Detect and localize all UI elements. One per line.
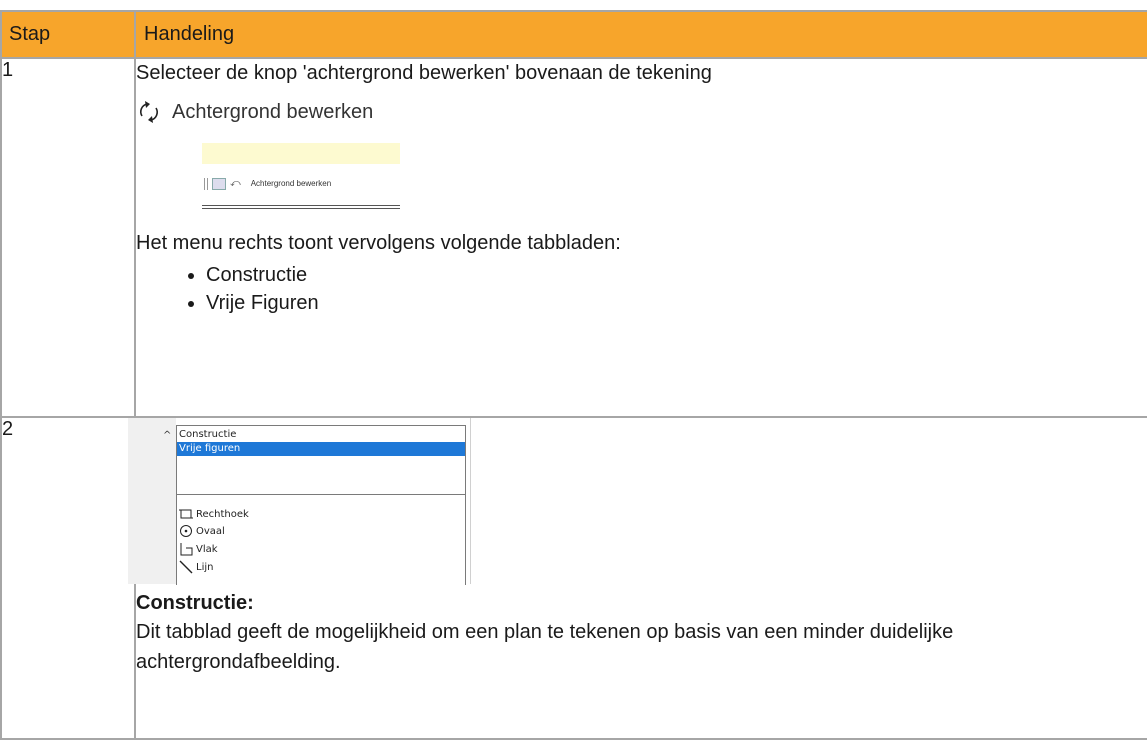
tabs-list: Constructie Vrije Figuren xyxy=(136,261,1147,317)
tool-label: Rechthoek xyxy=(196,508,249,520)
panel-item-vrije-figuren[interactable]: Vrije figuren xyxy=(177,442,465,456)
tool-label: Ovaal xyxy=(196,525,225,537)
rectangle-icon xyxy=(179,509,193,519)
image-icon[interactable] xyxy=(212,177,226,190)
menu-intro-text: Het menu rechts toont vervolgens volgend… xyxy=(136,232,621,254)
step-content: Selecteer de knop 'achtergrond bewerken'… xyxy=(134,57,1147,418)
panel-box: Constructie Vrije figuren Rechthoek Ovaa… xyxy=(176,425,466,585)
table-header-row: Stap Handeling xyxy=(0,10,1147,59)
header-step: Stap xyxy=(0,10,136,59)
panel-item-constructie[interactable]: Constructie xyxy=(179,428,236,442)
toolbar-rule xyxy=(202,205,400,209)
instruction-text: Selecteer de knop 'achtergrond bewerken'… xyxy=(136,62,712,84)
toolbar-bar: ⤺ Achtergrond bewerken xyxy=(202,171,400,196)
document-page: Stap Handeling 1 Selecteer de knop 'acht… xyxy=(0,0,1147,740)
steps-table: Stap Handeling 1 Selecteer de knop 'acht… xyxy=(0,10,1147,740)
button-label: Achtergrond bewerken xyxy=(172,100,374,123)
panel-divider xyxy=(177,494,465,495)
line-icon xyxy=(179,560,193,574)
list-item: Vrije Figuren xyxy=(206,289,1147,317)
tool-rechthoek[interactable]: Rechthoek xyxy=(179,506,249,522)
panel-screenshot: ^ Constructie Vrije figuren Rechthoek Ov… xyxy=(128,418,473,585)
table-row: 2 ^ Constructie Vrije figuren Rechthoek xyxy=(0,416,1147,740)
panel-gutter xyxy=(128,418,176,584)
table-row: 1 Selecteer de knop 'achtergrond bewerke… xyxy=(0,57,1147,418)
step-number: 2 xyxy=(0,416,136,740)
step-content: ^ Constructie Vrije figuren Rechthoek Ov… xyxy=(128,416,1147,740)
toolbar-label[interactable]: Achtergrond bewerken xyxy=(251,179,332,188)
achtergrond-bewerken-button[interactable]: Achtergrond bewerken xyxy=(136,99,1147,125)
step-number: 1 xyxy=(0,57,136,418)
toolbar-screenshot: ⤺ Achtergrond bewerken xyxy=(202,143,400,213)
tool-vlak[interactable]: Vlak xyxy=(179,541,218,557)
section-description: Dit tabblad geeft de mogelijkheid om een… xyxy=(136,621,954,673)
toolbar-yellow-strip xyxy=(202,143,400,164)
oval-icon xyxy=(180,525,192,537)
tool-lijn[interactable]: Lijn xyxy=(179,559,213,575)
tool-label: Vlak xyxy=(196,543,218,555)
toolbar-separator xyxy=(204,177,208,190)
refresh-icon xyxy=(140,101,158,123)
area-icon xyxy=(180,543,193,556)
tool-label: Lijn xyxy=(196,561,214,573)
list-item: Constructie xyxy=(206,261,1147,289)
panel-edge xyxy=(470,418,471,584)
section-title: Constructie: xyxy=(136,592,254,614)
undo-icon[interactable]: ⤺ xyxy=(230,178,241,189)
chevron-up-icon[interactable]: ^ xyxy=(163,430,171,441)
header-action: Handeling xyxy=(134,10,1147,59)
tool-ovaal[interactable]: Ovaal xyxy=(179,523,225,539)
